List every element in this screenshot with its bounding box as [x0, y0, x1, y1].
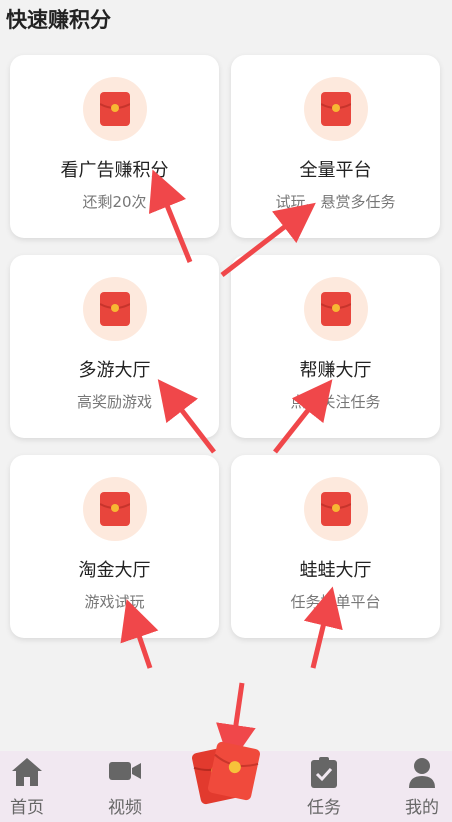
tab-mine[interactable]: 我的	[387, 751, 452, 822]
red-packet-icon	[190, 741, 262, 811]
video-icon	[107, 756, 143, 790]
card-subtitle: 还剩20次	[82, 193, 147, 211]
task-clipboard-icon	[309, 756, 339, 794]
card-frog-hall[interactable]: 蛙蛙大厅 任务接单平台	[231, 455, 440, 638]
card-title: 蛙蛙大厅	[299, 560, 372, 581]
red-packet-icon	[82, 277, 147, 341]
card-subtitle: 高奖励游戏	[76, 393, 152, 411]
section-title: 快速赚积分	[6, 8, 111, 32]
card-title: 全量平台	[299, 160, 372, 181]
red-packet-icon	[303, 277, 368, 341]
card-gold-hall[interactable]: 淘金大厅 游戏试玩	[10, 455, 219, 638]
red-packet-icon	[303, 77, 368, 141]
tab-label: 首页	[10, 798, 44, 818]
card-title: 多游大厅	[78, 360, 151, 381]
center-red-packet-button[interactable]	[190, 735, 262, 811]
card-subtitle: 游戏试玩	[84, 593, 145, 611]
tab-task[interactable]: 任务	[289, 751, 359, 822]
card-title: 看广告赚积分	[60, 160, 169, 181]
home-icon	[10, 756, 44, 792]
card-watch-ads[interactable]: 看广告赚积分 还剩20次	[10, 55, 219, 238]
card-full-platform[interactable]: 全量平台 试玩、悬赏多任务	[231, 55, 440, 238]
card-title: 淘金大厅	[78, 560, 151, 581]
card-help-earn-hall[interactable]: 帮赚大厅 点赞关注任务	[231, 255, 440, 438]
tab-home[interactable]: 首页	[0, 751, 62, 822]
tab-label: 我的	[405, 798, 439, 818]
card-subtitle: 试玩、悬赏多任务	[275, 193, 396, 211]
tab-label: 任务	[307, 798, 341, 818]
tab-label: 视频	[108, 798, 142, 818]
card-subtitle: 点赞关注任务	[290, 393, 381, 411]
card-multi-game-hall[interactable]: 多游大厅 高奖励游戏	[10, 255, 219, 438]
red-packet-icon	[82, 77, 147, 141]
card-title: 帮赚大厅	[299, 360, 372, 381]
red-packet-icon	[303, 477, 368, 541]
user-icon	[407, 756, 437, 794]
card-subtitle: 任务接单平台	[290, 593, 381, 611]
tab-video[interactable]: 视频	[90, 751, 160, 822]
red-packet-icon	[82, 477, 147, 541]
